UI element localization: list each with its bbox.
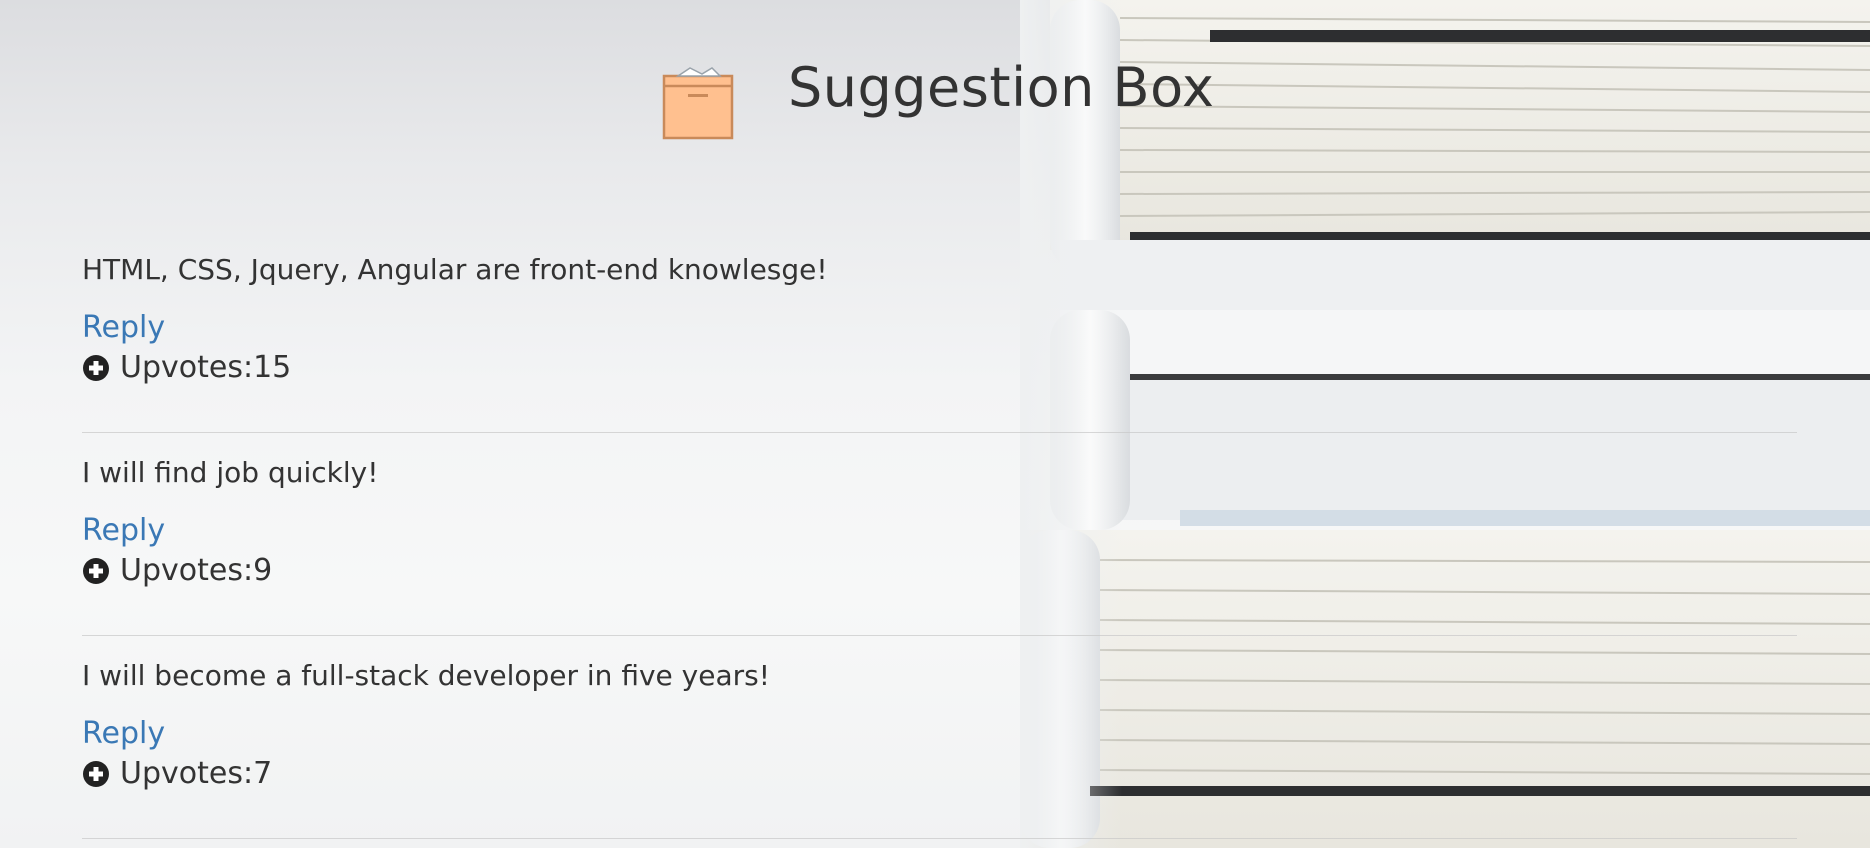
upvote-count: Upvotes:9 [120,553,273,588]
upvote-row: Upvotes:15 [82,350,291,386]
reply-link[interactable]: Reply [82,310,165,346]
box-icon [662,67,734,140]
suggestion-item: I will find job quickly! Reply Upvotes:9 [82,433,1797,636]
upvote-row: Upvotes:9 [82,553,272,589]
plus-circle-icon[interactable] [82,557,110,585]
reply-link[interactable]: Reply [82,513,165,549]
suggestion-text: I will become a full-stack developer in … [82,659,770,692]
page-title: Suggestion Box [788,56,1215,119]
plus-circle-icon[interactable] [82,760,110,788]
upvote-count: Upvotes:15 [120,350,292,385]
page-header: Suggestion Box [0,0,1870,150]
suggestion-item: HTML, CSS, Jquery, Angular are front-end… [82,230,1797,433]
upvote-row: Upvotes:7 [82,756,272,792]
plus-circle-icon[interactable] [82,354,110,382]
reply-link[interactable]: Reply [82,716,165,752]
suggestion-item: I will become a full-stack developer in … [82,636,1797,839]
suggestion-list: HTML, CSS, Jquery, Angular are front-end… [82,230,1797,839]
suggestion-text: I will find job quickly! [82,456,379,489]
suggestion-text: HTML, CSS, Jquery, Angular are front-end… [82,253,828,286]
upvote-count: Upvotes:7 [120,756,273,791]
